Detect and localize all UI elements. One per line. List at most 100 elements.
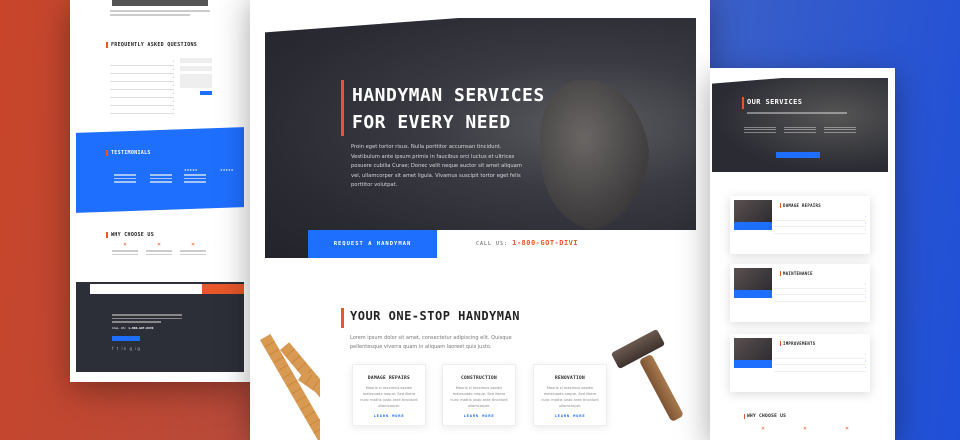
service-detail-title: IMPROVEMENTS [780, 341, 816, 346]
service-detail-list: › › › [774, 282, 866, 302]
service-image-button[interactable] [734, 360, 772, 368]
chevron-right-icon: › [864, 295, 866, 299]
testimonials-band [76, 127, 244, 213]
tool-icon: ✕ [156, 242, 162, 248]
hero-phone-link[interactable]: 1-800-GOT-DIVI [512, 239, 578, 247]
chevron-right-icon: › [864, 227, 866, 231]
service-image-button[interactable] [734, 222, 772, 230]
rating-stars: ★★★★★ [220, 168, 234, 172]
footer-section: CALL US: 1-800-GOT-DIVI f t in g ig [76, 282, 244, 372]
chevron-right-icon: › [864, 288, 866, 293]
service-image [734, 268, 772, 290]
testimonials-section: TESTIMONIALS [106, 150, 246, 156]
chevron-right-icon: › [172, 67, 174, 71]
footer-cta-button[interactable] [202, 284, 244, 294]
section-title: YOUR ONE-STOP HANDYMAN [350, 309, 520, 323]
center-page-mockup: HANDYMAN SERVICES FOR EVERY NEED Proin e… [250, 0, 710, 440]
service-image [734, 200, 772, 222]
service-detail-title: MAINTENANCE [780, 271, 813, 276]
tool-icon: ✕ [802, 426, 808, 432]
testimonial-quote [114, 174, 136, 185]
hero-call: CALL US: 1-800-GOT-DIVI [476, 239, 579, 247]
rating-stars: ★★★★★ [184, 168, 198, 172]
contact-form [180, 58, 212, 95]
faq-item[interactable]: › [110, 58, 174, 66]
hero-accent-bar [341, 80, 344, 136]
section-accent-bar [341, 308, 344, 328]
chevron-right-icon: › [172, 107, 174, 111]
hero-subtext [747, 112, 847, 114]
why-feature: ✕ [144, 242, 174, 255]
chevron-right-icon: › [172, 83, 174, 87]
service-detail-card: MAINTENANCE › › › [730, 264, 870, 322]
service-card-body: Mauris si maximus sapien malesuada neque… [450, 386, 508, 408]
why-feature: ✕ [786, 426, 824, 432]
hammer-image [610, 328, 666, 370]
tool-icon: ✕ [122, 242, 128, 248]
learn-more-link[interactable]: LEARN MORE [353, 413, 425, 418]
service-detail-title: DAMAGE REPAIRS [780, 203, 821, 208]
services-hero-title: OUR SERVICES [747, 98, 803, 106]
testimonial-quote [184, 174, 206, 185]
testimonials-heading: TESTIMONIALS [106, 150, 246, 156]
footer-phone[interactable]: 1-800-GOT-DIVI [128, 326, 153, 330]
why-feature: ✕ [178, 242, 208, 255]
name-field[interactable] [180, 58, 212, 63]
top-image [112, 0, 208, 6]
chevron-right-icon: › [864, 214, 866, 218]
service-card-body: Mauris si maximus sapien malesuada neque… [541, 386, 599, 408]
social-icons[interactable]: f t in g ig [112, 346, 141, 351]
footer-info-bar [90, 284, 202, 294]
chevron-right-icon: › [172, 75, 174, 79]
hero-body: Proin eget tortor risus. Nulla porttitor… [351, 144, 522, 188]
chevron-right-icon: › [172, 59, 174, 63]
why-choose-us-heading: WHY CHOOSE US [106, 232, 154, 238]
chevron-right-icon: › [864, 220, 866, 225]
service-image [734, 338, 772, 360]
chevron-right-icon: › [172, 99, 174, 103]
faq-list: › › › › › › › [110, 58, 174, 114]
faq-item[interactable]: › [110, 66, 174, 74]
list-item[interactable]: › [774, 227, 866, 234]
faq-item[interactable]: › [110, 90, 174, 98]
service-detail-list: › › › [774, 352, 866, 372]
request-handyman-button[interactable]: REQUEST A HANDYMAN [308, 230, 437, 258]
why-feature: ✕ [744, 426, 782, 432]
tool-icon: ✕ [760, 426, 766, 432]
chevron-right-icon: › [172, 91, 174, 95]
faq-heading: FREQUENTLY ASKED QUESTIONS [106, 42, 197, 48]
hero-accent-bar [742, 97, 744, 109]
faq-item[interactable]: › [110, 82, 174, 90]
service-detail-card: IMPROVEMENTS › › › [730, 334, 870, 392]
service-card-title: CONSTRUCTION [460, 376, 498, 381]
chevron-right-icon: › [864, 352, 866, 356]
hero-button[interactable] [776, 152, 820, 158]
list-item[interactable]: › [774, 295, 866, 302]
tool-icon: ✕ [190, 242, 196, 248]
service-card: CONSTRUCTION Mauris si maximus sapien ma… [442, 364, 516, 426]
service-image-button[interactable] [734, 290, 772, 298]
hero-column [822, 125, 858, 134]
footer-call: CALL US: 1-800-GOT-DIVI [112, 326, 154, 330]
folding-ruler-image [250, 330, 320, 440]
faq-item[interactable]: › [110, 98, 174, 106]
faq-item[interactable]: › [110, 106, 174, 114]
learn-more-link[interactable]: LEARN MORE [534, 413, 606, 418]
footer-text [112, 314, 182, 325]
faq-item[interactable]: › [110, 74, 174, 82]
why-feature: ✕ [110, 242, 140, 255]
service-card: DAMAGE REPAIRS Mauris si maximus sapien … [352, 364, 426, 426]
learn-more-link[interactable]: LEARN MORE [443, 413, 515, 418]
submit-button[interactable] [200, 91, 212, 95]
service-detail-list: › › › [774, 214, 866, 234]
service-card-body: Mauris si maximus sapien malesuada neque… [360, 386, 418, 408]
list-item[interactable]: › [774, 365, 866, 372]
footer-button[interactable] [112, 336, 140, 341]
message-field[interactable] [180, 74, 212, 88]
hero-column [742, 125, 778, 134]
service-card-title: RENOVATION [554, 376, 586, 381]
hammer-handle-image [638, 353, 685, 423]
email-field[interactable] [180, 66, 212, 71]
chevron-right-icon: › [864, 358, 866, 363]
hero-title: HANDYMAN SERVICES FOR EVERY NEED [352, 85, 545, 133]
